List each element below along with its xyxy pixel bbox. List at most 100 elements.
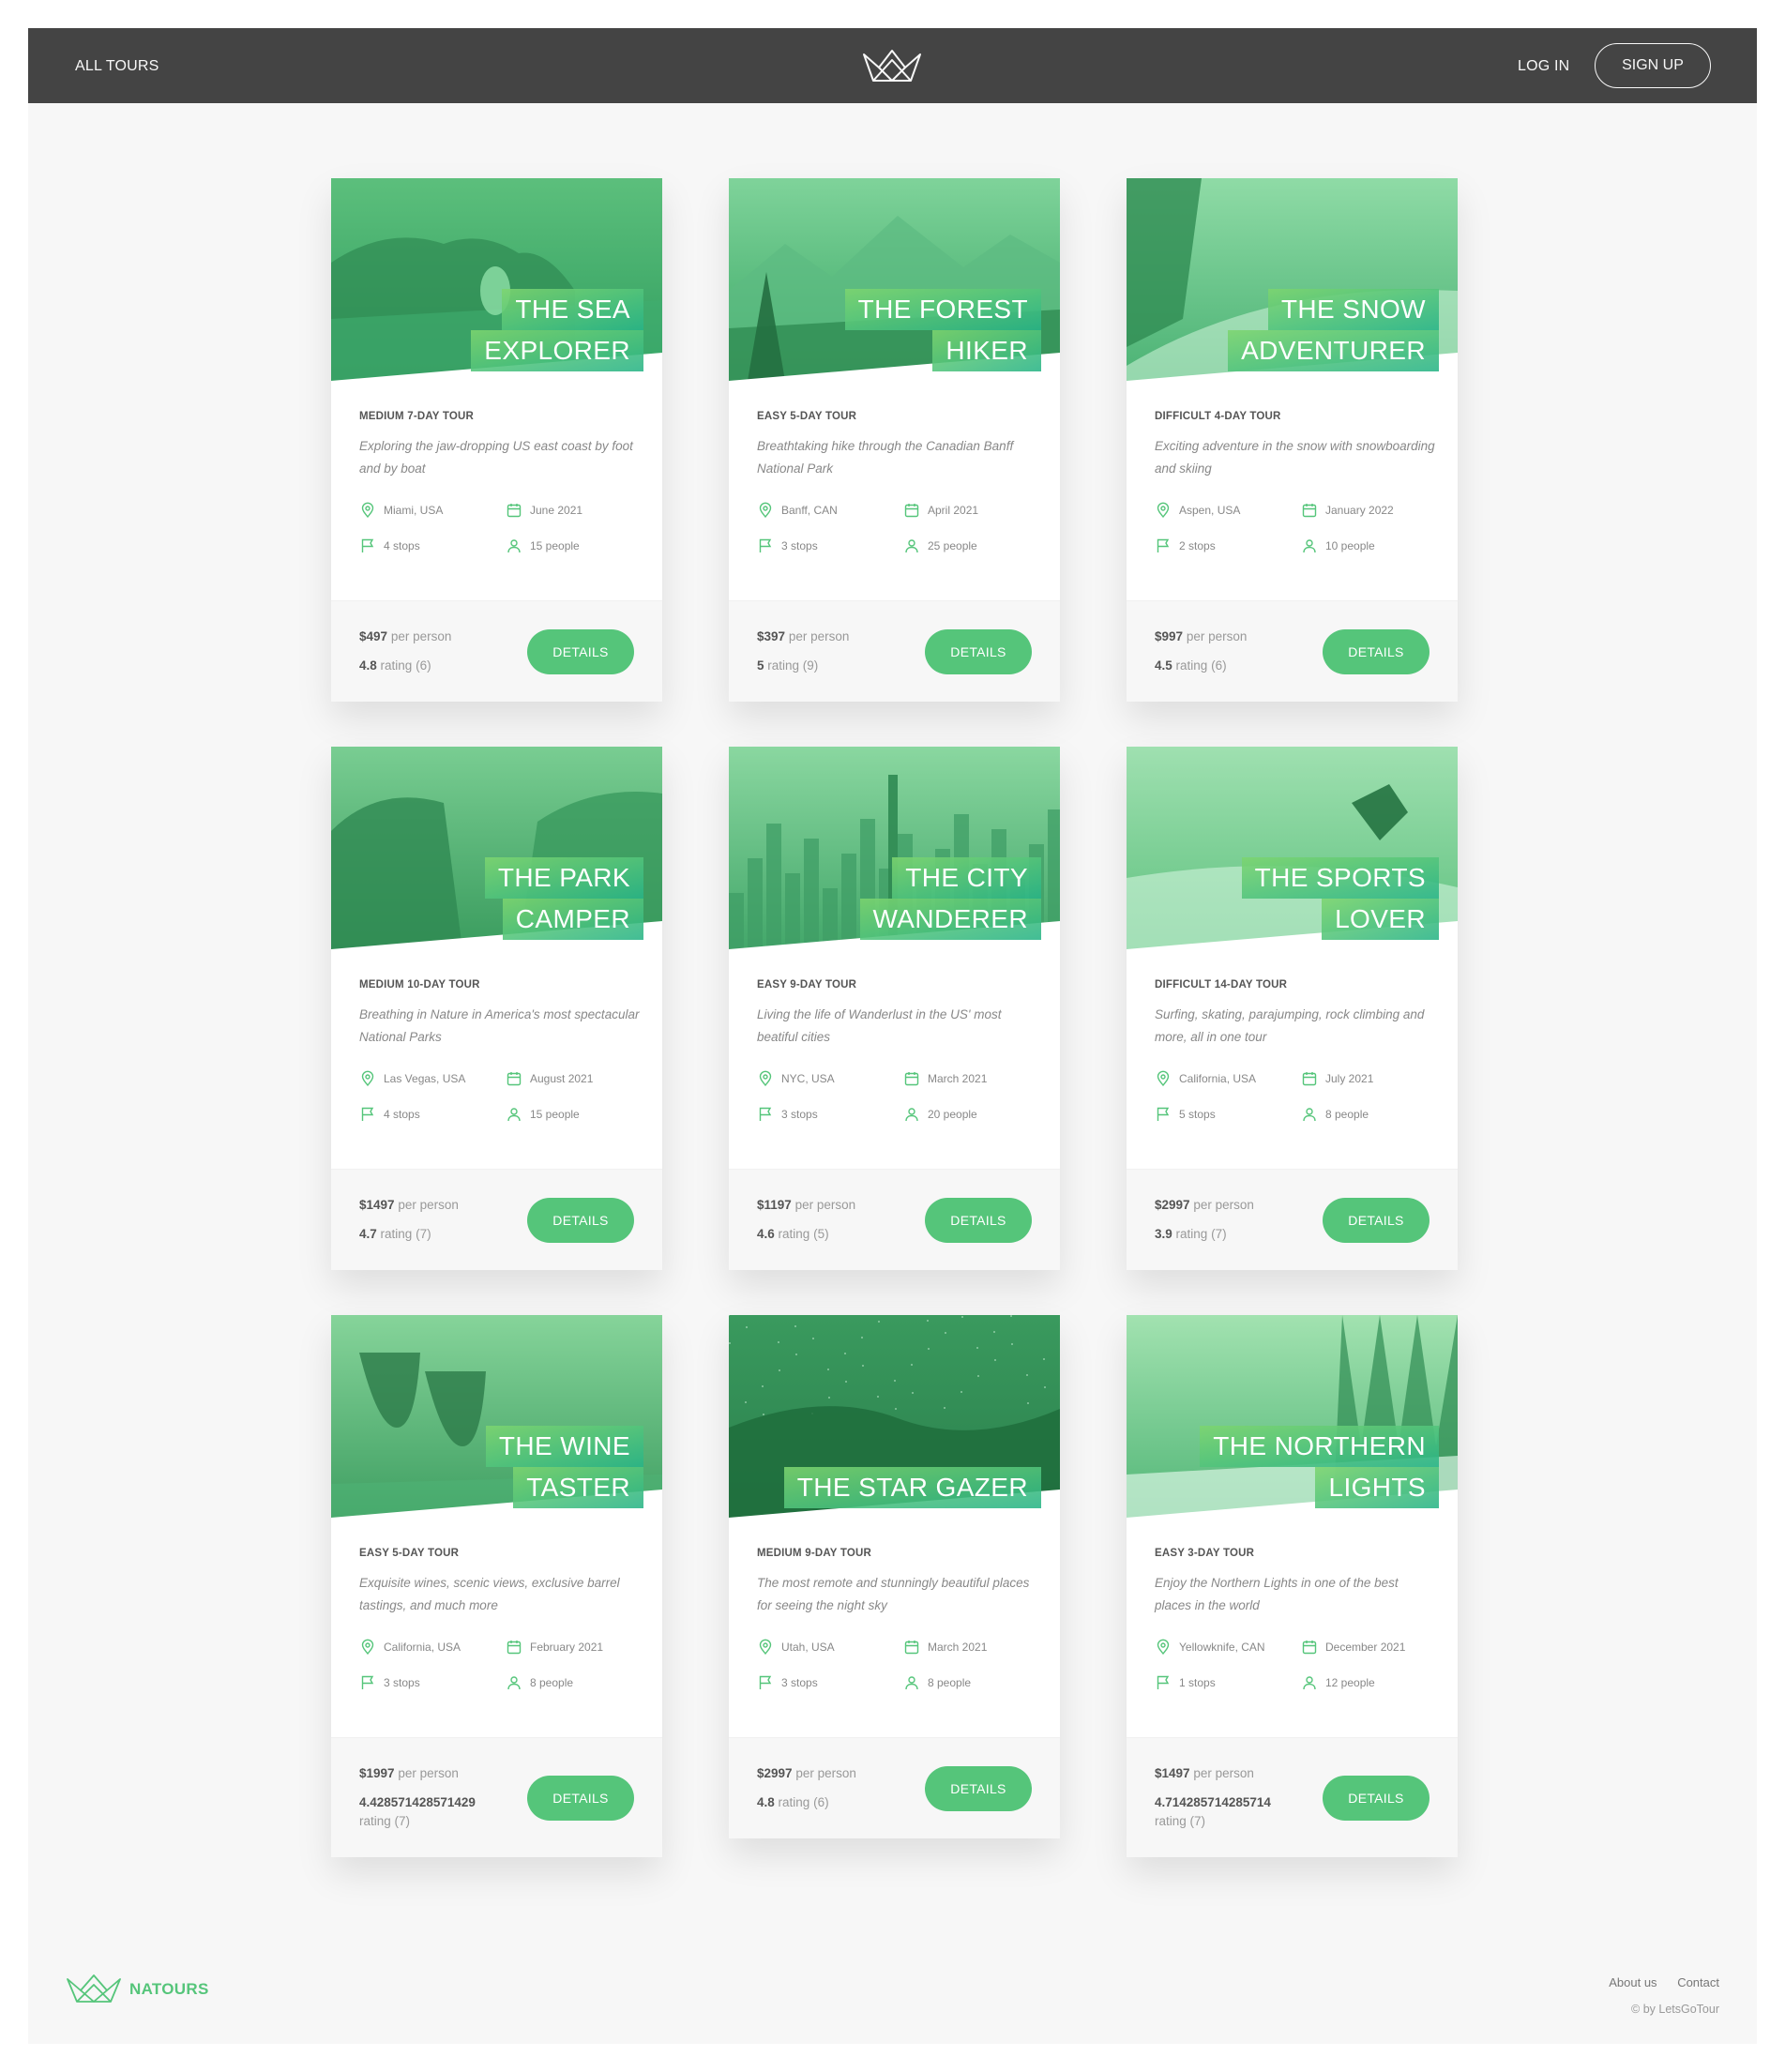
tour-people: 8 people	[1301, 1105, 1369, 1124]
tour-hero: THE WINE TASTER	[331, 1315, 662, 1518]
tour-title: THE FOREST HIKER	[844, 289, 1041, 371]
tour-rating: 4.5 rating (6)	[1155, 658, 1227, 673]
tour-people: 20 people	[903, 1105, 977, 1124]
details-button[interactable]: DETAILS	[527, 1198, 634, 1243]
tour-card-footer: $1197 per person 4.6 rating (5) DETAILS	[729, 1169, 1060, 1270]
tour-date: March 2021	[903, 1638, 987, 1656]
tour-date: December 2021	[1301, 1638, 1405, 1656]
tour-card: THE CITY WANDERER EASY 9-DAY TOUR Living …	[729, 747, 1060, 1270]
tour-card-footer: $397 per person 5 rating (9) DETAILS	[729, 600, 1060, 702]
tour-title-line: THE WINE	[485, 1426, 643, 1467]
details-button[interactable]: DETAILS	[1323, 629, 1430, 674]
tour-location: Yellowknife, CAN	[1155, 1638, 1265, 1656]
tour-card: THE PARK CAMPER MEDIUM 10-DAY TOUR Breath…	[331, 747, 662, 1270]
tour-card: THE WINE TASTER EASY 5-DAY TOUR Exquisite…	[331, 1315, 662, 1857]
tour-subheading: MEDIUM 10-DAY TOUR	[359, 979, 480, 991]
tour-rating: 4.714285714285714 rating (7)	[1155, 1795, 1271, 1828]
tour-hero: THE SEA EXPLORER	[331, 178, 662, 381]
tour-summary: Breathtaking hike through the Canadian B…	[757, 439, 1014, 476]
tour-rating: 4.8 rating (6)	[359, 658, 431, 673]
about-us-link[interactable]: About us	[1609, 1975, 1656, 1989]
tour-rating: 4.8 rating (6)	[757, 1795, 829, 1809]
contact-link[interactable]: Contact	[1677, 1975, 1719, 1989]
tour-location: NYC, USA	[757, 1069, 835, 1088]
tour-rating: 4.7 rating (7)	[359, 1227, 431, 1241]
tour-subheading: DIFFICULT 4-DAY TOUR	[1155, 411, 1281, 422]
tour-title: THE NORTHERN LIGHTS	[1200, 1426, 1439, 1508]
tour-date: July 2021	[1301, 1069, 1373, 1088]
details-button[interactable]: DETAILS	[527, 629, 634, 674]
tour-hero: THE SNOW ADVENTURER	[1127, 178, 1458, 381]
tour-hero: THE STAR GAZER	[729, 1315, 1060, 1518]
tour-card-footer: $2997 per person 3.9 rating (7) DETAILS	[1127, 1169, 1458, 1270]
tour-people: 8 people	[506, 1673, 573, 1692]
footer-links: About us Contact	[1592, 1975, 1719, 1989]
footer-logo-icon	[67, 1974, 121, 2003]
tour-subheading: EASY 5-DAY TOUR	[359, 1548, 460, 1559]
tour-card-footer: $1497 per person 4.7 rating (7) DETAILS	[331, 1169, 662, 1270]
tour-summary: Living the life of Wanderlust in the US'…	[757, 1007, 1002, 1044]
tour-summary: Exquisite wines, scenic views, exclusive…	[359, 1576, 620, 1612]
tour-card: THE SEA EXPLORER MEDIUM 7-DAY TOUR Explor…	[331, 178, 662, 702]
details-button[interactable]: DETAILS	[925, 1198, 1032, 1243]
tour-card: THE FOREST HIKER EASY 5-DAY TOUR Breathta…	[729, 178, 1060, 702]
tour-details: MEDIUM 10-DAY TOUR Breathing in Nature i…	[359, 979, 641, 1122]
tour-people: 15 people	[506, 537, 580, 555]
tour-title-line: TASTER	[513, 1467, 643, 1508]
tour-location: California, USA	[1155, 1069, 1256, 1088]
tour-rating: 3.9 rating (7)	[1155, 1227, 1227, 1241]
tour-title-line: THE SPORTS	[1241, 857, 1439, 899]
tour-price: $497 per person	[359, 629, 452, 643]
tour-location: Utah, USA	[757, 1638, 835, 1656]
tour-title-line: THE SEA	[502, 289, 643, 330]
tour-hero: THE NORTHERN LIGHTS	[1127, 1315, 1458, 1518]
tour-price: $2997 per person	[1155, 1198, 1254, 1212]
tour-title-line: THE SNOW	[1267, 289, 1439, 330]
tour-subheading: EASY 9-DAY TOUR	[757, 979, 857, 991]
tour-stops: 1 stops	[1155, 1673, 1216, 1692]
tour-subheading: DIFFICULT 14-DAY TOUR	[1155, 979, 1288, 991]
tour-people: 15 people	[506, 1105, 580, 1124]
tour-rating: 4.6 rating (5)	[757, 1227, 829, 1241]
tour-details: EASY 3-DAY TOUR Enjoy the Northern Light…	[1155, 1548, 1436, 1690]
tour-summary: Exciting adventure in the snow with snow…	[1155, 439, 1435, 476]
tour-location: Banff, CAN	[757, 501, 838, 520]
tour-title-line: THE CITY	[892, 857, 1041, 899]
tour-date: June 2021	[506, 501, 582, 520]
footer-brand: NATOURS	[129, 1980, 209, 1998]
details-button[interactable]: DETAILS	[925, 1766, 1032, 1811]
tour-title-line: EXPLORER	[471, 330, 643, 371]
tour-card-footer: $1997 per person 4.428571428571429 ratin…	[331, 1737, 662, 1857]
tour-details: DIFFICULT 4-DAY TOUR Exciting adventure …	[1155, 411, 1436, 553]
sign-up-button[interactable]: SIGN UP	[1595, 43, 1711, 88]
tour-card: THE SPORTS LOVER DIFFICULT 14-DAY TOUR Su…	[1127, 747, 1458, 1270]
tour-details: MEDIUM 7-DAY TOUR Exploring the jaw-drop…	[359, 411, 641, 553]
tour-stops: 3 stops	[757, 537, 818, 555]
tour-summary: Surfing, skating, parajumping, rock clim…	[1155, 1007, 1425, 1044]
tour-price: $1197 per person	[757, 1198, 856, 1212]
tour-details: EASY 5-DAY TOUR Breathtaking hike throug…	[757, 411, 1038, 553]
tour-summary: Exploring the jaw-dropping US east coast…	[359, 439, 633, 476]
tour-card: THE SNOW ADVENTURER DIFFICULT 4-DAY TOUR …	[1127, 178, 1458, 702]
all-tours-link[interactable]: ALL TOURS	[75, 28, 159, 103]
tour-location: Aspen, USA	[1155, 501, 1240, 520]
details-button[interactable]: DETAILS	[1323, 1198, 1430, 1243]
log-in-link[interactable]: LOG IN	[1518, 28, 1569, 103]
tour-card: THE STAR GAZER MEDIUM 9-DAY TOUR The mos…	[729, 1315, 1060, 1838]
details-button[interactable]: DETAILS	[925, 629, 1032, 674]
crown-logo-icon[interactable]	[860, 47, 924, 84]
page-frame: ALL TOURS LOG IN SIGN UP THE SEA EXPLORER…	[28, 28, 1757, 2044]
tour-title: THE PARK CAMPER	[484, 857, 643, 940]
tour-people: 12 people	[1301, 1673, 1375, 1692]
tour-date: March 2021	[903, 1069, 987, 1088]
tour-details: EASY 9-DAY TOUR Living the life of Wande…	[757, 979, 1038, 1122]
tour-stops: 3 stops	[757, 1673, 818, 1692]
tour-title: THE SPORTS LOVER	[1241, 857, 1439, 940]
tour-price-box: $997 per person 4.5 rating (6)	[1155, 629, 1305, 675]
tour-price-box: $1997 per person 4.428571428571429 ratin…	[359, 1766, 509, 1831]
details-button[interactable]: DETAILS	[527, 1776, 634, 1821]
details-button[interactable]: DETAILS	[1323, 1776, 1430, 1821]
tour-stops: 2 stops	[1155, 537, 1216, 555]
footer-copyright: © by LetsGoTour	[1631, 2003, 1719, 2016]
tour-title-line: THE PARK	[484, 857, 643, 899]
